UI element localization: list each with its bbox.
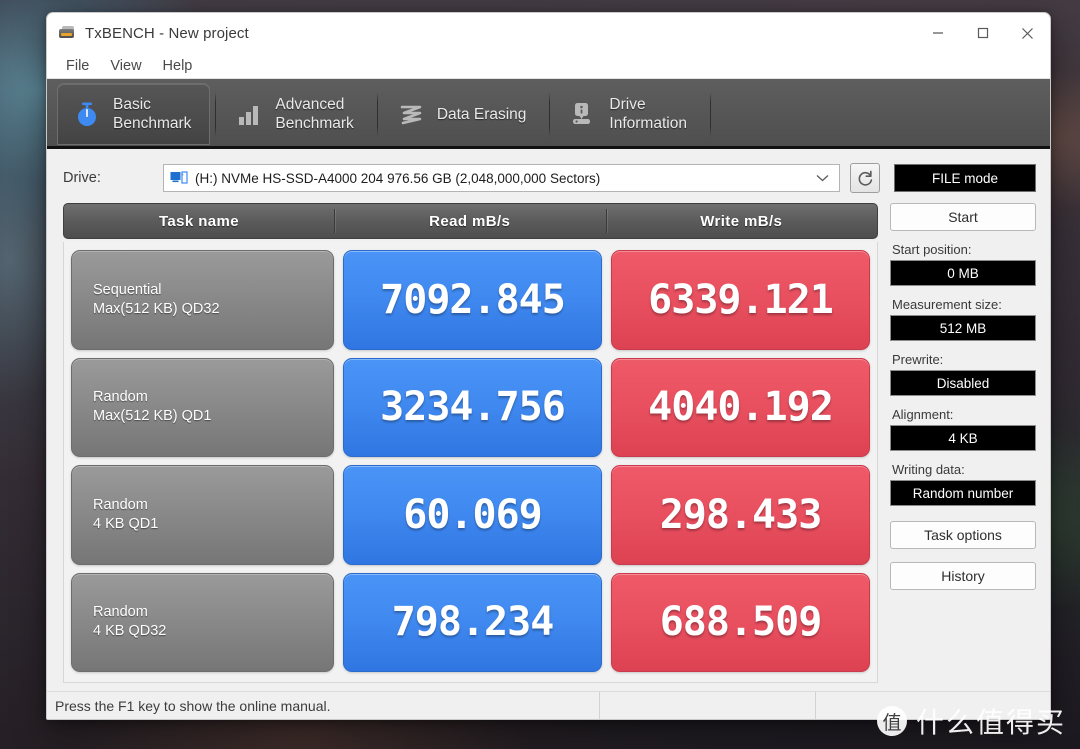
tab-divider-3 bbox=[549, 92, 551, 137]
start-position-field[interactable]: 0 MB bbox=[890, 260, 1036, 286]
tab-basic-benchmark-label: Basic Benchmark bbox=[113, 96, 192, 132]
start-position-label: Start position: bbox=[892, 242, 972, 257]
table-row: Random 4 KB QD32 798.234 688.509 bbox=[71, 572, 870, 672]
table-row: Sequential Max(512 KB) QD32 7092.845 633… bbox=[71, 250, 870, 350]
menu-item-help[interactable]: Help bbox=[154, 56, 202, 76]
title-bar: TxBENCH - New project bbox=[47, 13, 1050, 53]
task-name-line1: Sequential bbox=[93, 281, 162, 298]
txbench-window: TxBENCH - New project File View Help Bas… bbox=[46, 12, 1051, 720]
window-title: TxBENCH - New project bbox=[85, 24, 249, 42]
menu-item-file[interactable]: File bbox=[57, 56, 98, 76]
tab-basic-benchmark[interactable]: Basic Benchmark bbox=[57, 83, 211, 145]
tab-strip: Basic Benchmark Advanced Benchmark Data … bbox=[47, 79, 1050, 149]
bar-chart-icon bbox=[234, 99, 264, 129]
column-header-write: Write mB/s bbox=[605, 204, 878, 238]
minimize-button[interactable] bbox=[915, 13, 960, 53]
tab-drive-information-label: Drive Information bbox=[609, 96, 687, 132]
tab-data-erasing[interactable]: Data Erasing bbox=[382, 83, 545, 145]
menu-item-view[interactable]: View bbox=[101, 56, 150, 76]
measurement-size-field[interactable]: 512 MB bbox=[890, 315, 1036, 341]
read-value-cell: 60.069 bbox=[343, 465, 602, 565]
refresh-button[interactable] bbox=[850, 163, 880, 193]
task-name-cell[interactable]: Random 4 KB QD32 bbox=[71, 572, 334, 672]
tab-data-erasing-label: Data Erasing bbox=[436, 105, 527, 123]
content-area: Drive: (H:) NVMe HS-SSD-A4000 204 976.56… bbox=[47, 149, 1050, 719]
task-name-line2: Max(512 KB) QD1 bbox=[93, 408, 212, 425]
writing-data-field[interactable]: Random number bbox=[890, 480, 1036, 506]
task-options-button[interactable]: Task options bbox=[890, 521, 1036, 549]
write-value-cell: 6339.121 bbox=[611, 250, 870, 350]
title-bar-left: TxBENCH - New project bbox=[47, 25, 915, 42]
task-name-line1: Random bbox=[93, 389, 148, 406]
read-value-cell: 7092.845 bbox=[343, 250, 602, 350]
writing-data-label: Writing data: bbox=[892, 462, 965, 477]
status-message: Press the F1 key to show the online manu… bbox=[55, 697, 331, 714]
maximize-button[interactable] bbox=[960, 13, 1005, 53]
drive-selector-row: Drive: (H:) NVMe HS-SSD-A4000 204 976.56… bbox=[47, 149, 1050, 203]
drive-label: Drive: bbox=[63, 170, 101, 186]
table-row: Random 4 KB QD1 60.069 298.433 bbox=[71, 465, 870, 565]
table-header-row: Task name Read mB/s Write mB/s bbox=[63, 203, 878, 239]
watermark-text: 什么值得买 bbox=[915, 706, 1066, 739]
monitor-drive-icon bbox=[170, 171, 188, 185]
task-name-line2: 4 KB QD1 bbox=[93, 515, 159, 532]
settings-side-panel: Start Start position: 0 MB Measurement s… bbox=[890, 203, 1036, 683]
alignment-field[interactable]: 4 KB bbox=[890, 425, 1036, 451]
tab-divider-4 bbox=[709, 92, 711, 137]
prewrite-label: Prewrite: bbox=[892, 352, 944, 367]
eraser-icon bbox=[396, 99, 426, 129]
drive-select[interactable]: (H:) NVMe HS-SSD-A4000 204 976.56 GB (2,… bbox=[163, 164, 840, 192]
close-button[interactable] bbox=[1005, 13, 1050, 53]
window-controls bbox=[915, 13, 1050, 53]
column-header-read: Read mB/s bbox=[334, 204, 606, 238]
table-row: Random Max(512 KB) QD1 3234.756 4040.192 bbox=[71, 357, 870, 457]
history-button[interactable]: History bbox=[890, 562, 1036, 590]
write-value-cell: 688.509 bbox=[611, 572, 870, 672]
drive-select-value: (H:) NVMe HS-SSD-A4000 204 976.56 GB (2,… bbox=[195, 170, 601, 186]
task-name-cell[interactable]: Random 4 KB QD1 bbox=[71, 465, 334, 565]
benchmark-main-area: Task name Read mB/s Write mB/s Sequentia… bbox=[47, 203, 1050, 683]
task-name-cell[interactable]: Sequential Max(512 KB) QD32 bbox=[71, 250, 334, 350]
task-name-line1: Random bbox=[93, 604, 148, 621]
alignment-label: Alignment: bbox=[892, 407, 954, 422]
write-value-cell: 298.433 bbox=[611, 465, 870, 565]
tab-advanced-benchmark-label: Advanced Benchmark bbox=[275, 96, 354, 132]
tab-divider-1 bbox=[215, 92, 217, 137]
task-name-line2: 4 KB QD32 bbox=[93, 623, 167, 640]
task-name-cell[interactable]: Random Max(512 KB) QD1 bbox=[71, 357, 334, 457]
file-mode-button[interactable]: FILE mode bbox=[894, 164, 1036, 192]
watermark: 值 什么值得买 bbox=[876, 701, 1066, 741]
task-name-line2: Max(512 KB) QD32 bbox=[93, 300, 220, 317]
write-value-cell: 4040.192 bbox=[611, 357, 870, 457]
read-value-cell: 798.234 bbox=[343, 572, 602, 672]
watermark-logo-icon: 值 bbox=[876, 706, 907, 736]
chevron-down-icon[interactable] bbox=[816, 169, 833, 187]
tab-drive-information[interactable]: Drive Information bbox=[554, 83, 705, 145]
tab-advanced-benchmark[interactable]: Advanced Benchmark bbox=[220, 83, 371, 145]
drive-info-icon bbox=[568, 99, 598, 129]
menu-bar: File View Help bbox=[47, 53, 1050, 79]
tab-divider-2 bbox=[376, 92, 378, 137]
task-name-line1: Random bbox=[93, 496, 148, 513]
status-segment-2 bbox=[599, 692, 815, 719]
measurement-size-label: Measurement size: bbox=[892, 297, 1002, 312]
read-value-cell: 3234.756 bbox=[343, 357, 602, 457]
benchmark-rows: Sequential Max(512 KB) QD32 7092.845 633… bbox=[63, 242, 878, 683]
prewrite-field[interactable]: Disabled bbox=[890, 370, 1036, 396]
desktop-background: TxBENCH - New project File View Help Bas… bbox=[0, 0, 1080, 749]
start-button[interactable]: Start bbox=[890, 203, 1036, 231]
column-header-task-name: Task name bbox=[158, 212, 240, 230]
stopwatch-icon bbox=[72, 99, 102, 129]
benchmark-table: Task name Read mB/s Write mB/s Sequentia… bbox=[63, 203, 878, 683]
hard-drive-icon bbox=[59, 25, 76, 42]
